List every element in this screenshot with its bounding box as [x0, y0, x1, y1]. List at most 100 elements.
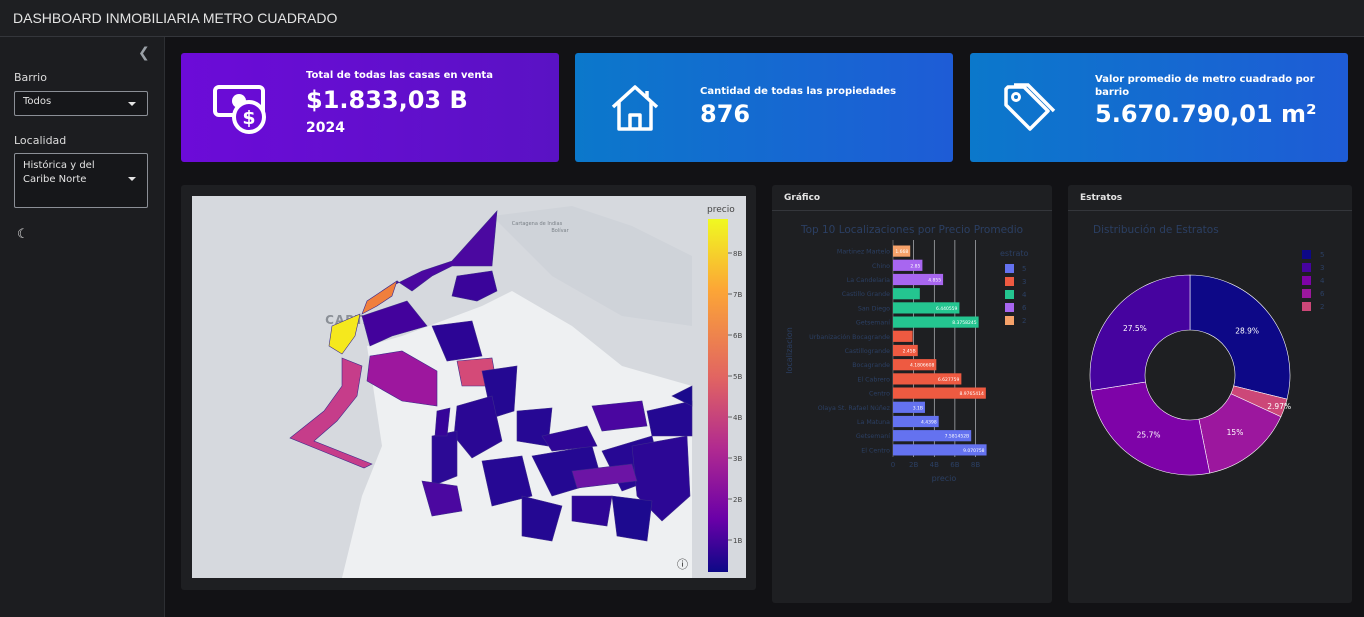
colorbar-tick-label: 6B [733, 332, 742, 340]
legend-label: 6 [1320, 290, 1325, 298]
legend-swatch[interactable] [1005, 303, 1014, 312]
legend-label: 3 [1022, 278, 1026, 286]
bar[interactable] [893, 288, 920, 300]
bar-value-label: 8.9765414 [959, 391, 983, 397]
colorbar-tick-label: 7B [733, 291, 742, 299]
y-tick-label: La Candelaria [847, 277, 890, 284]
card-title: Total de todas las casas en venta [306, 70, 493, 81]
card-value: $1.833,03 B [306, 86, 468, 114]
estratos-panel: Estratos Distribución de Estratos 28.9% 2.… [1068, 185, 1352, 603]
slice-percent-label: 25.7% [1137, 431, 1161, 440]
card-valor-m2: Valor promedio de metro cuadrado por bar… [970, 53, 1348, 162]
slice-percent-label: 2.97% [1267, 402, 1291, 411]
legend-swatch[interactable] [1005, 277, 1014, 286]
bar-value-label: 2.45B [903, 349, 916, 355]
card-value: 876 [700, 100, 751, 128]
legend-label: 5 [1320, 251, 1324, 259]
card-title: Cantidad de todas las propiedades [700, 86, 897, 97]
card-subvalue: 2024 [306, 120, 345, 136]
localidad-select[interactable]: Histórica y del Caribe Norte [14, 153, 148, 208]
info-icon[interactable]: ⓘ [677, 558, 688, 571]
y-tick-label: Olaya St. Rafael Núñez [818, 404, 891, 412]
y-tick-label: Getsemaní [856, 432, 890, 440]
colorbar-tick-label: 3B [733, 455, 742, 463]
y-tick-label: Getsemaní [856, 319, 890, 327]
localidad-select-value: Histórica y del Caribe Norte [23, 160, 95, 185]
y-tick-label: Chino [872, 263, 890, 270]
legend-swatch[interactable] [1005, 264, 1014, 273]
colorbar-tick-label: 5B [733, 373, 742, 381]
svg-text:$: $ [242, 107, 255, 129]
bar-value-label: 8.3758245 [952, 320, 976, 326]
legend-swatch[interactable] [1302, 302, 1311, 311]
bar-value-label: 4.855 [928, 278, 941, 284]
bar-value-label: 1.668 [895, 249, 908, 255]
slice-percent-label: 28.9% [1235, 326, 1259, 335]
panel-header: Estratos [1068, 185, 1352, 211]
y-tick-label: El Centro [861, 447, 890, 454]
bar[interactable] [893, 330, 913, 342]
legend-swatch[interactable] [1302, 289, 1311, 298]
bar-value-label: 9.070758 [963, 448, 985, 454]
x-tick-label: 2B [909, 461, 918, 469]
y-tick-label: Bocagrande [852, 362, 890, 369]
map-sublabel: Bolívar [551, 227, 569, 234]
barrio-select[interactable]: Todos [14, 91, 148, 116]
card-value: 5.670.790,01 m² [1095, 100, 1317, 128]
x-tick-label: 6B [950, 461, 959, 469]
legend-label: 4 [1320, 277, 1325, 285]
slice-percent-label: 27.5% [1123, 324, 1147, 333]
chart-title: Top 10 Localizaciones por Precio Promedi… [800, 224, 1023, 236]
x-tick-label: 0 [891, 461, 895, 469]
localidad-label: Localidad [14, 134, 67, 147]
bar-value-label: 2.85 [910, 263, 920, 269]
y-tick-label: Martinez Martelo [837, 249, 890, 256]
colorbar-title: precio [707, 205, 735, 215]
card-total-ventas: $ Total de todas las casas en venta $1.8… [181, 53, 559, 162]
bar-chart[interactable]: Top 10 Localizaciones por Precio Promedi… [772, 212, 1052, 602]
bar-value-label: 4.1806608 [910, 363, 934, 369]
donut-slice[interactable] [1090, 381, 1211, 476]
legend-label: 5 [1022, 265, 1026, 273]
donut-slice[interactable] [1189, 274, 1291, 400]
y-tick-label: Centro [869, 391, 890, 398]
choropleth-map[interactable]: Cartagena de Indias Bolívar CARTAGENA ⓘ … [192, 196, 746, 578]
colorbar-tick-label: 2B [733, 496, 742, 504]
colorbar-tick-label: 1B [733, 537, 742, 545]
legend-swatch[interactable] [1302, 276, 1311, 285]
legend-label: 6 [1022, 304, 1027, 312]
card-title: Valor promedio de metro cuadrado por bar… [1095, 74, 1315, 98]
donut-chart[interactable]: Distribución de Estratos 28.9% 2.97% 15% 25.… [1068, 212, 1352, 602]
legend-label: 4 [1022, 291, 1027, 299]
legend-swatch[interactable] [1005, 290, 1014, 299]
y-axis-title: localizacion [785, 327, 794, 374]
chevron-left-icon[interactable]: ❮ [138, 45, 150, 61]
card-cantidad: Cantidad de todas las propiedades 876 [575, 53, 953, 162]
sidebar: ❮ Barrio Todos Localidad Histórica y del… [0, 37, 165, 617]
x-axis-title: precio [932, 474, 957, 483]
barrio-label: Barrio [14, 71, 47, 84]
slice-percent-label: 15% [1227, 428, 1244, 437]
money-icon: $ [213, 85, 266, 134]
house-icon [611, 85, 659, 131]
moon-icon[interactable]: ☾ [17, 227, 29, 242]
y-tick-label: San Diego [858, 305, 890, 312]
legend-label: 2 [1022, 317, 1026, 325]
y-tick-label: Castillo Grande [842, 291, 890, 298]
legend-swatch[interactable] [1302, 263, 1311, 272]
app-title: DASHBOARD INMOBILIARIA METRO CUADRADO [0, 0, 1364, 37]
legend-label: 2 [1320, 303, 1324, 311]
y-tick-label: El Cabrero [857, 376, 890, 383]
colorbar-tick-label: 8B [733, 250, 742, 258]
bar-value-label: 3.1B [913, 405, 923, 411]
legend-swatch[interactable] [1302, 250, 1311, 259]
bar-value-label: 7.581452B [945, 434, 970, 440]
y-tick-label: La Matuna [857, 419, 890, 426]
y-tick-label: Urbanización Bocagrande [809, 333, 890, 341]
chevron-down-icon [128, 102, 136, 106]
legend-swatch[interactable] [1005, 316, 1014, 325]
map-sublabel: Cartagena de Indias [512, 221, 563, 227]
legend-label: 3 [1320, 264, 1324, 272]
grafico-panel: Gráfico Top 10 Localizaciones por Precio… [772, 185, 1052, 603]
panel-header: Gráfico [772, 185, 1052, 211]
